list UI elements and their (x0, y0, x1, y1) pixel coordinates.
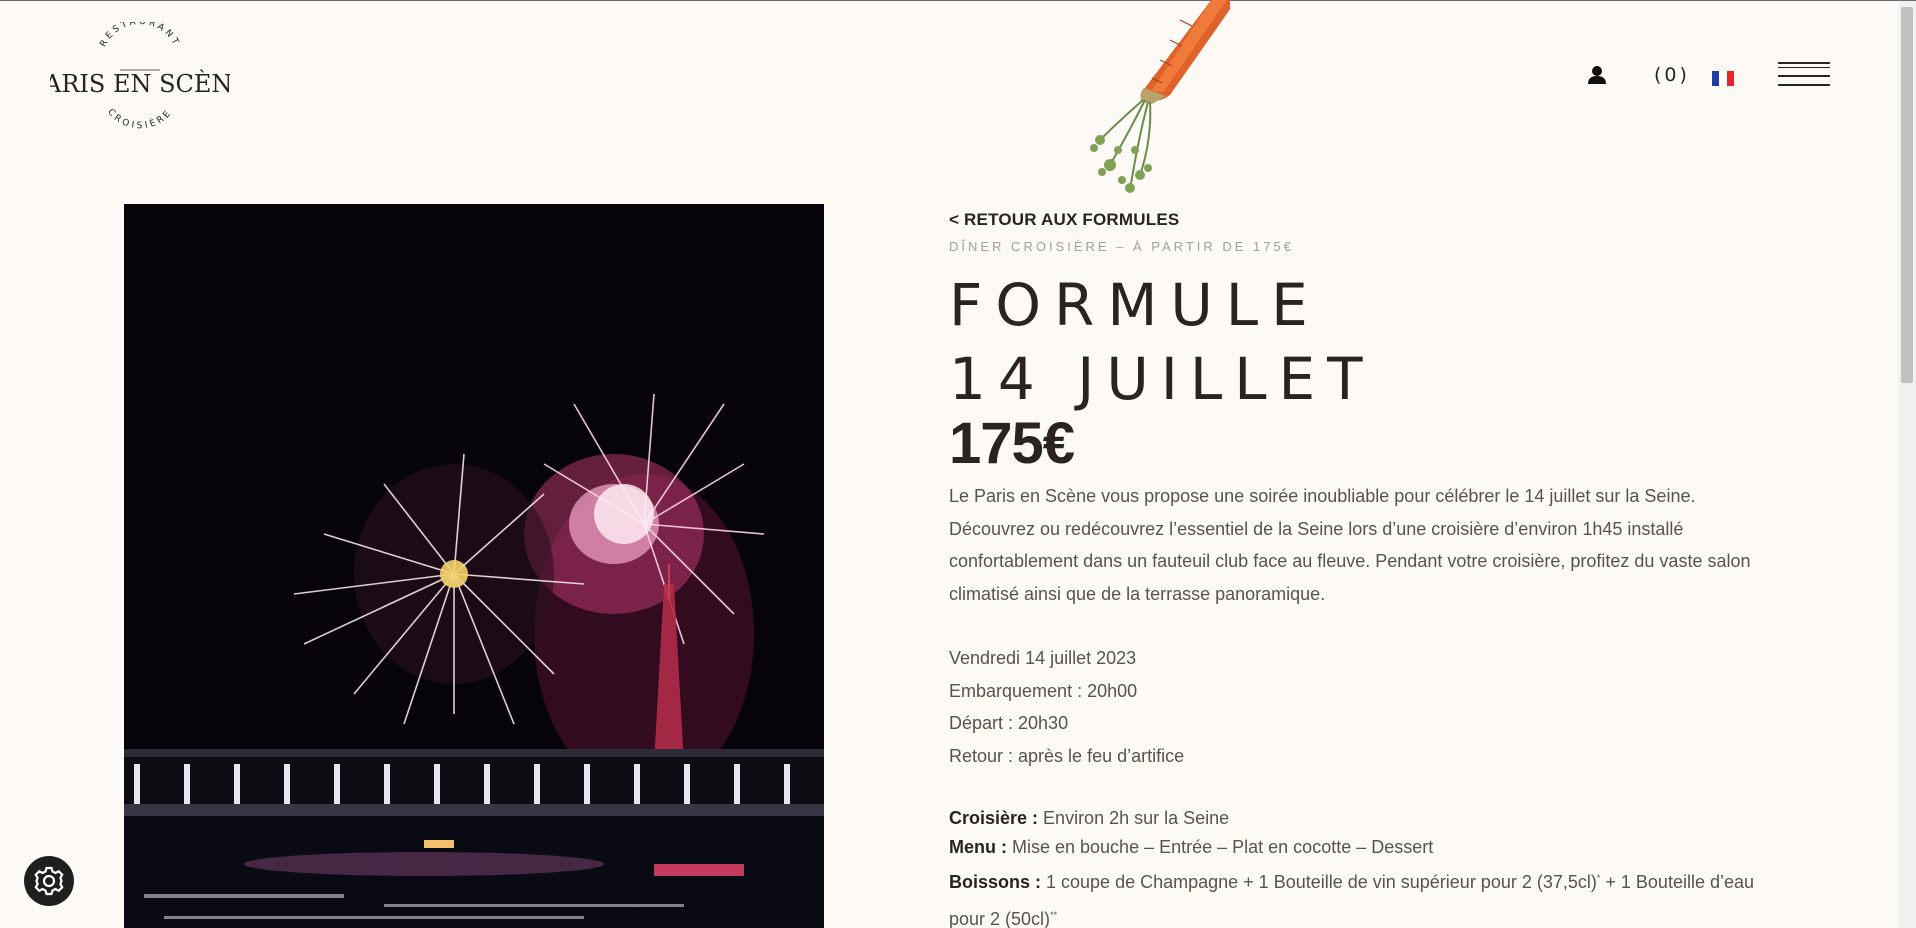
page-scrollbar[interactable] (1898, 1, 1916, 928)
hamburger-menu-icon[interactable] (1778, 62, 1830, 92)
drinks-value-1: 1 coupe de Champagne + 1 Bouteille de vi… (1041, 872, 1597, 892)
fr-flag-icon[interactable] (1712, 71, 1734, 86)
drinks-footnote-2: ** (1050, 909, 1058, 920)
menu-label: Menu : (949, 837, 1007, 857)
fireworks-eiffel-tower-photo (124, 204, 824, 928)
schedule-return: Retour : après le feu d’artifice (949, 745, 1185, 766)
formula-price: 175€ (949, 411, 1075, 476)
cruise-label: Croisière : (949, 808, 1039, 828)
logo-name: PARIS EN SCÈNE (50, 69, 230, 98)
cart-count[interactable]: (0) (1654, 64, 1690, 86)
carrot-illustration (1040, 0, 1237, 195)
drinks-label: Boissons : (949, 872, 1042, 892)
gear-icon[interactable] (24, 856, 74, 906)
svg-text:RESTAURANT: RESTAURANT (99, 22, 182, 49)
formula-inclusions: Croisière : Environ 2h sur la Seine Menu… (949, 804, 1779, 928)
user-icon[interactable] (1586, 64, 1608, 86)
logo-bottom-arc: CROISIÈRE (105, 107, 172, 131)
menu-line: Menu : Mise en bouche – Entrée – Plat en… (949, 833, 1779, 862)
schedule-departure: Départ : 20h30 (949, 713, 1069, 733)
formula-title-line1: FORMULE (949, 271, 1321, 339)
formula-subtitle: DÎNER CROISIÈRE – À PARTIR DE 175€ (949, 239, 1294, 254)
top-border (0, 0, 1916, 1)
event-schedule: Vendredi 14 juillet 2023 Embarquement : … (949, 642, 1849, 772)
formula-title-line2: 14 JUILLET (949, 345, 1375, 413)
formula-description: Le Paris en Scène vous propose une soiré… (949, 486, 1751, 604)
back-to-formulas-link[interactable]: < RETOUR AUX FORMULES (949, 210, 1179, 230)
logo-top-arc: RESTAURANT (99, 17, 179, 49)
drinks-line: Boissons : 1 coupe de Champagne + 1 Bout… (949, 862, 1779, 928)
cruise-line: Croisière : Environ 2h sur la Seine (949, 804, 1779, 833)
svg-text:CROISIÈRE: CROISIÈRE (105, 107, 175, 131)
scrollbar-thumb[interactable] (1901, 7, 1913, 383)
schedule-date: Vendredi 14 juillet 2023 (949, 648, 1137, 668)
schedule-boarding: Embarquement : 20h00 (949, 680, 1138, 701)
site-logo[interactable]: RESTAURANT PARIS EN SCÈNE CROISIÈRE (30, 17, 250, 132)
menu-value: Mise en bouche – Entrée – Plat en cocott… (1007, 837, 1434, 857)
formula-details: < RETOUR AUX FORMULES DÎNER CROISIÈRE – … (949, 210, 1849, 928)
cruise-value: Environ 2h sur la Seine (1038, 808, 1230, 828)
